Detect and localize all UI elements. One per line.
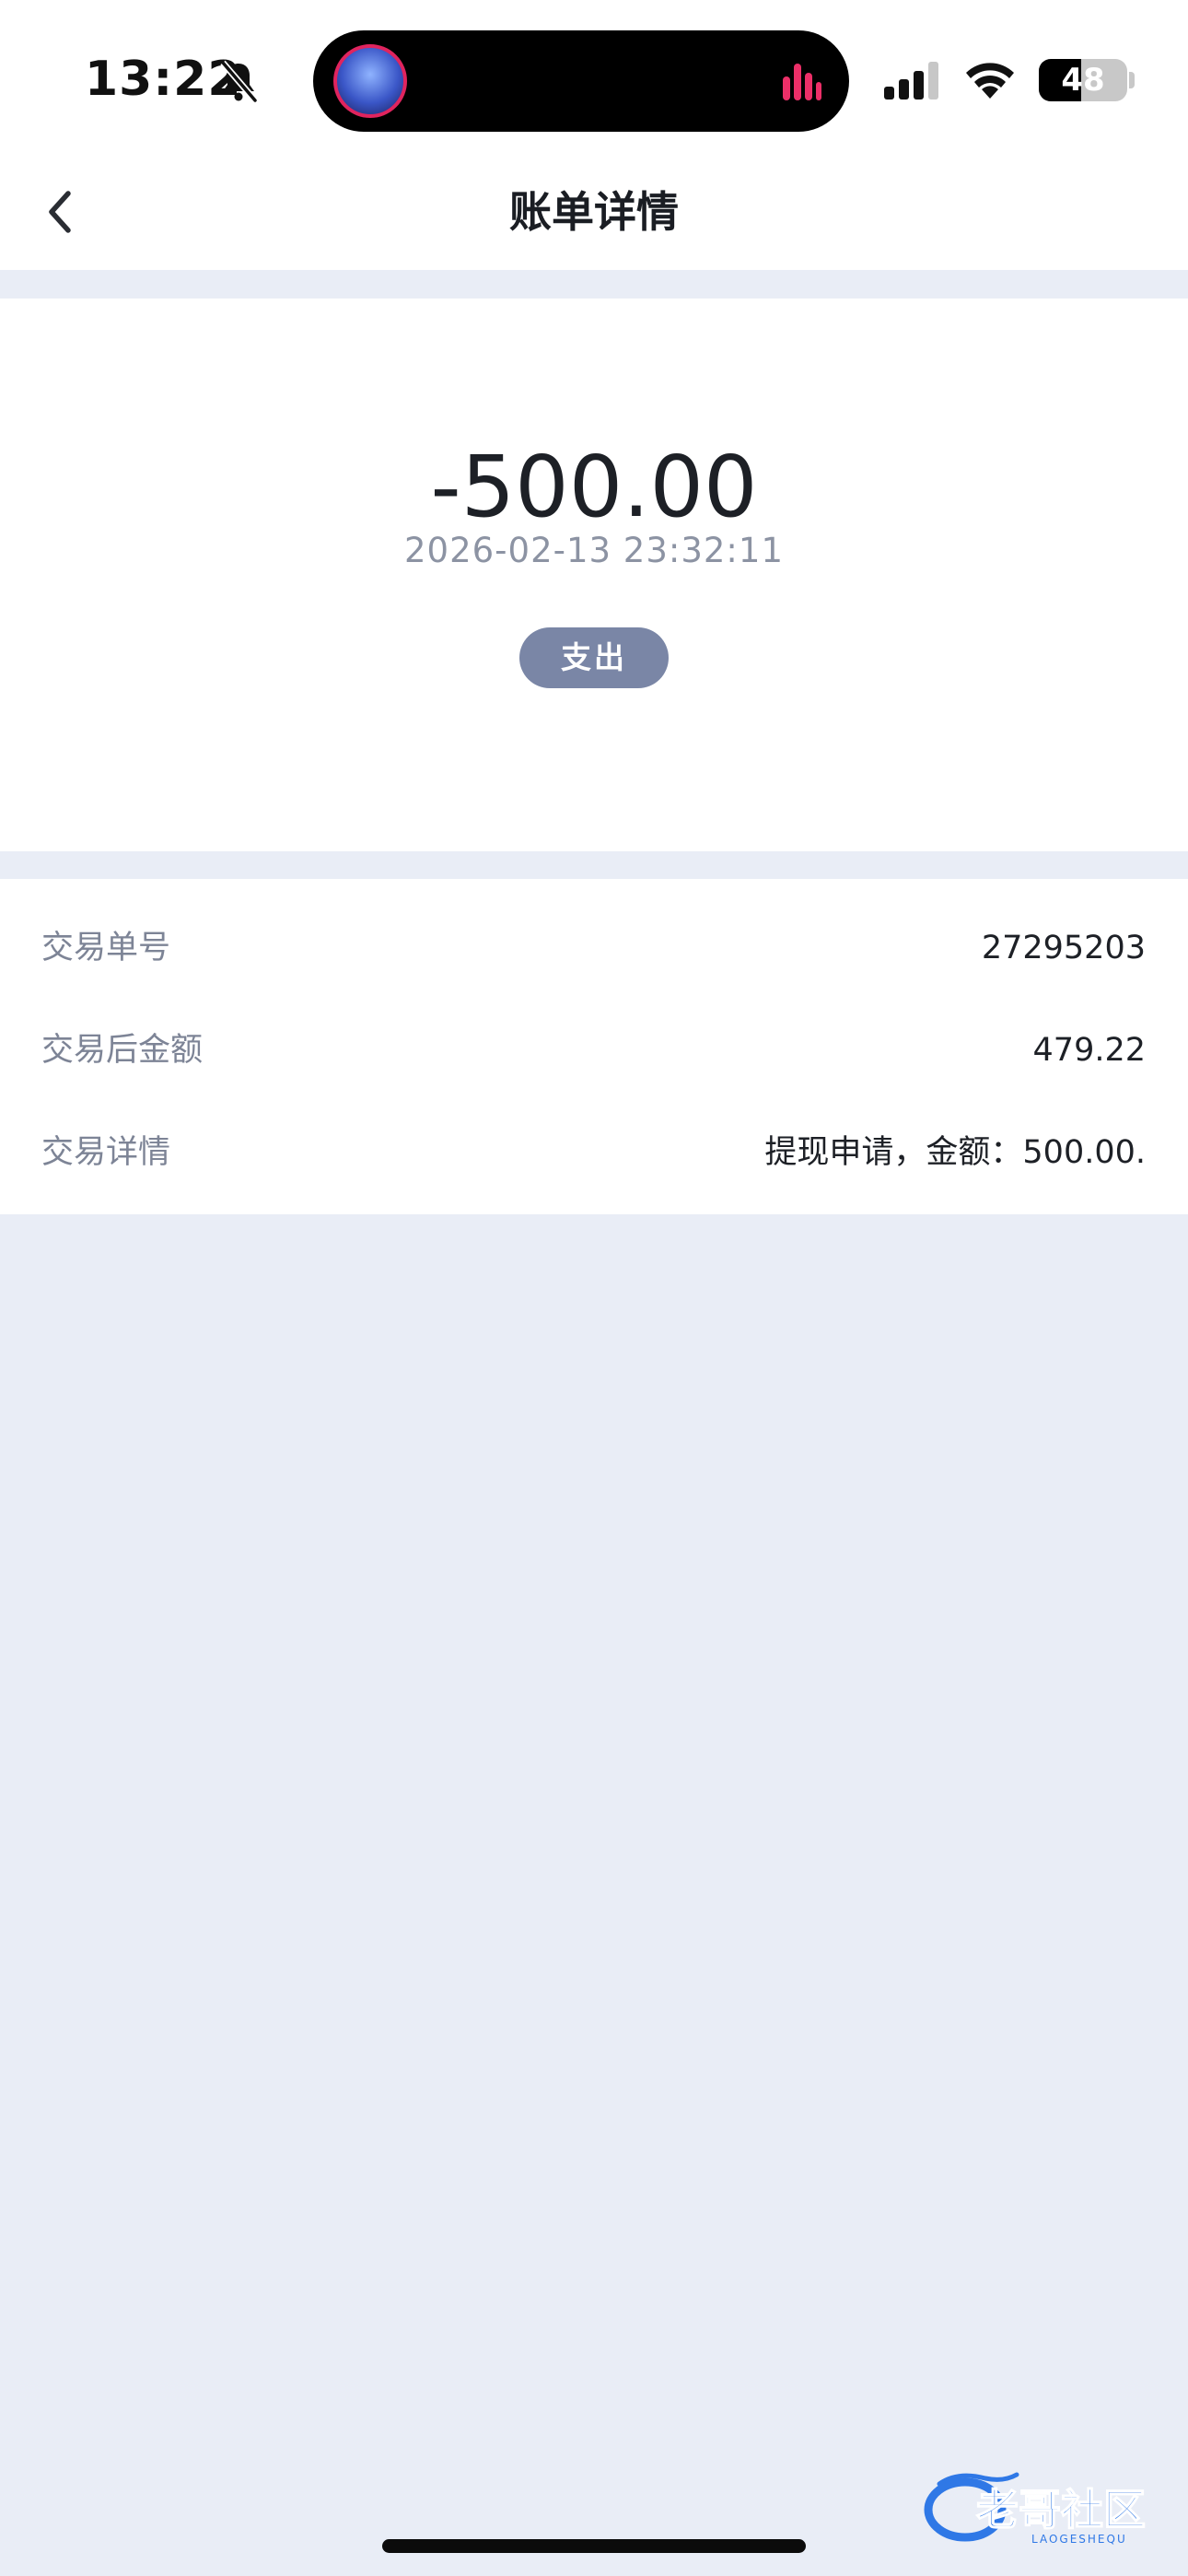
wifi-icon: [966, 63, 1014, 99]
home-indicator[interactable]: [382, 2539, 806, 2553]
now-playing-avatar[interactable]: [333, 44, 407, 118]
bell-muted-icon: [220, 60, 258, 103]
battery-tip: [1129, 72, 1135, 88]
detail-value: 479.22: [1032, 1032, 1146, 1069]
audio-bars-icon: [783, 64, 821, 100]
detail-label: 交易详情: [41, 1134, 171, 1171]
dynamic-island[interactable]: [313, 30, 849, 132]
detail-label: 交易后金额: [41, 1032, 204, 1069]
battery-icon: 48: [1039, 59, 1127, 101]
detail-label: 交易单号: [41, 930, 171, 966]
watermark-text: 老哥社区: [976, 2485, 1146, 2535]
detail-list: 交易单号 27295203 交易后金额 479.22 交易详情 提现申请，金额：…: [0, 879, 1188, 1214]
nav-header: 账单详情: [0, 161, 1188, 270]
detail-row-order-number: 交易单号 27295203: [0, 897, 1188, 1000]
page-title: 账单详情: [509, 187, 679, 237]
transaction-datetime: 2026-02-13 23:32:11: [404, 531, 784, 570]
signal-icon: [884, 62, 938, 100]
detail-row-description: 交易详情 提现申请，金额：500.00.: [0, 1102, 1188, 1204]
watermark-logo: 老哥社区 LAOGESHEQU: [924, 2472, 1147, 2546]
detail-value: 提现申请，金额：500.00.: [764, 1134, 1146, 1171]
status-bar: 13:22 48: [0, 0, 1188, 161]
battery-level: 48: [1061, 62, 1105, 99]
transaction-type-badge: 支出: [519, 627, 669, 688]
detail-row-balance-after: 交易后金额 479.22: [0, 1000, 1188, 1102]
detail-value: 27295203: [981, 930, 1146, 966]
transaction-amount: -500.00: [430, 438, 758, 536]
watermark-subtext: LAOGESHEQU: [1031, 2533, 1127, 2546]
summary-card: -500.00 2026-02-13 23:32:11 支出: [0, 299, 1188, 851]
